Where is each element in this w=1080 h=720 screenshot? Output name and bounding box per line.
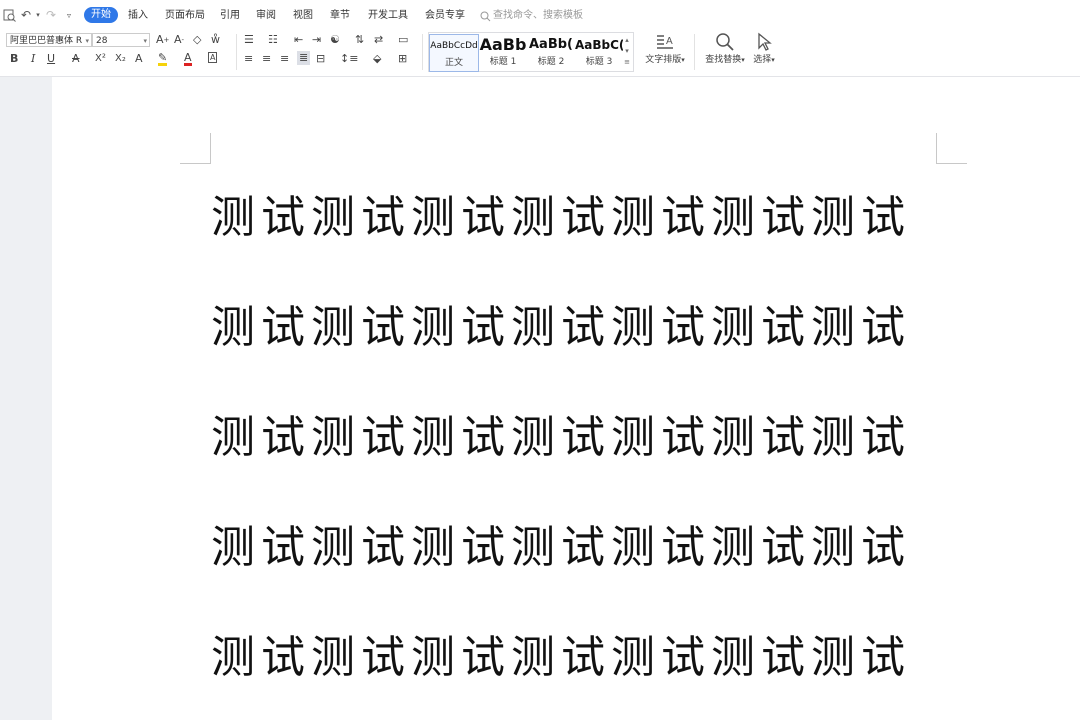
subscript-button[interactable]: X₂	[115, 52, 126, 66]
style-scroll[interactable]: ▴ ▾ ≡	[623, 35, 631, 68]
borders-icon[interactable]: ⊞	[398, 52, 407, 66]
tab-references[interactable]: 引用	[220, 8, 240, 24]
bold-button[interactable]: B	[10, 52, 18, 66]
document-line[interactable]: 测试测试测试测试测试测试测试	[211, 302, 971, 354]
align-right-icon[interactable]: ≡	[280, 52, 289, 66]
margin-corner-top-right	[936, 133, 967, 164]
phonetic-guide-icon[interactable]: ẘ	[211, 33, 220, 47]
select-button[interactable]: 选择▾	[744, 32, 784, 72]
select-label: 选择	[753, 55, 772, 65]
font-family-value: 阿里巴巴普惠体 R	[10, 36, 83, 46]
strikethrough-button[interactable]: A	[72, 52, 80, 66]
undo-icon[interactable]: ↶	[18, 6, 34, 24]
find-replace-label: 查找替换	[705, 55, 742, 65]
search-icon	[480, 11, 491, 21]
style-label: 标题 2	[537, 57, 565, 67]
increase-indent-icon[interactable]: ⇥	[312, 33, 321, 47]
tab-developer[interactable]: 开发工具	[368, 8, 408, 24]
font-family-select[interactable]: 阿里巴巴普惠体 R ▾	[6, 33, 92, 47]
chevron-down-icon: ▾	[681, 56, 685, 64]
distributed-align-icon[interactable]: ⊟	[316, 52, 325, 66]
grow-font-icon[interactable]: A +	[156, 33, 169, 47]
chevron-up-icon[interactable]: ▴	[625, 36, 629, 44]
tab-member[interactable]: 会员专享	[425, 8, 465, 24]
style-heading-3[interactable]: AaBbC( 标题 3	[575, 34, 623, 70]
style-label: 正文	[444, 58, 463, 68]
decrease-indent-icon[interactable]: ⇤	[294, 33, 303, 47]
justify-icon[interactable]: ≣	[297, 51, 311, 65]
shading-icon[interactable]: ⬙	[373, 52, 381, 66]
style-sample: AaBbC(	[575, 38, 623, 52]
highlight-icon[interactable]: ✎	[158, 52, 168, 66]
style-sample: AaBb	[479, 35, 527, 54]
tab-home[interactable]: 开始	[84, 7, 118, 23]
superscript-button[interactable]: X²	[95, 52, 106, 66]
command-search[interactable]: 查找命令、搜索模板	[480, 8, 583, 24]
clear-format-icon[interactable]: ◇	[193, 33, 201, 47]
font-size-value: 28	[96, 36, 108, 46]
document-line[interactable]: 测试测试测试测试测试测试测试	[211, 412, 971, 464]
chevron-down-icon: ▾	[85, 37, 89, 45]
text-effect-icon[interactable]: A	[135, 52, 143, 66]
divider	[694, 34, 695, 70]
ruler-icon[interactable]: ▭	[398, 33, 408, 47]
italic-button[interactable]: I	[31, 52, 35, 66]
font-color-icon[interactable]: A	[184, 52, 192, 66]
chinese-layout-icon[interactable]: ☯	[330, 33, 340, 47]
find-replace-button[interactable]: 查找替换▾	[700, 32, 750, 72]
divider	[236, 34, 237, 70]
style-normal[interactable]: AaBbCcDd 正文	[429, 34, 479, 72]
tab-review[interactable]: 审阅	[256, 8, 276, 24]
underline-button[interactable]: U	[47, 52, 55, 66]
line-spacing-icon[interactable]: ↕≡	[340, 52, 358, 66]
style-gallery: AaBbCcDd 正文 AaBb 标题 1 AaBb( 标题 2 AaBbC( …	[428, 32, 634, 72]
svg-text:A: A	[666, 36, 673, 47]
shrink-font-icon[interactable]: A-	[174, 33, 184, 47]
search-placeholder: 查找命令、搜索模板	[493, 10, 583, 21]
bullet-list-icon[interactable]: ☰	[244, 33, 254, 47]
magnifier-icon	[700, 32, 750, 54]
style-sample: AaBb(	[529, 37, 573, 52]
ribbon-toolbar: 阿里巴巴普惠体 R ▾ 28 ▾ A + A- ◇ ẘ B I U A X² X₂ A…	[0, 30, 1080, 77]
document-line[interactable]: 测试测试测试测试测试测试测试	[211, 192, 971, 244]
style-label: 标题 3	[585, 57, 613, 67]
style-heading-1[interactable]: AaBb 标题 1	[479, 34, 527, 70]
print-preview-icon[interactable]	[2, 6, 16, 24]
document-page[interactable]	[52, 77, 1080, 720]
text-layout-button[interactable]: A 文字排版▾	[640, 32, 690, 72]
align-center-icon[interactable]: ≡	[262, 52, 271, 66]
tab-insert[interactable]: 插入	[128, 8, 148, 24]
tab-view[interactable]: 视图	[293, 8, 313, 24]
chevron-down-icon: ▾	[771, 56, 775, 64]
tab-chapter[interactable]: 章节	[330, 8, 350, 24]
expand-icon[interactable]: ≡	[624, 58, 630, 66]
divider	[422, 34, 423, 70]
style-heading-2[interactable]: AaBb( 标题 2	[527, 34, 575, 70]
redo-icon[interactable]: ↷	[44, 6, 58, 24]
style-sample: AaBbCcDd	[430, 41, 478, 51]
document-line[interactable]: 测试测试测试测试测试测试测试	[211, 632, 971, 684]
character-border-icon[interactable]: A	[208, 52, 218, 63]
numbered-list-icon[interactable]: ☷	[268, 33, 278, 47]
align-left-icon[interactable]: ≡	[244, 52, 253, 66]
menu-bar: ↶ ▾ ↷ ▿ 开始 插入 页面布局 引用 审阅 视图 章节 开发工具 会员专享…	[0, 0, 1080, 30]
style-label: 标题 1	[489, 57, 517, 67]
document-line[interactable]: 测试测试测试测试测试测试测试	[211, 522, 971, 574]
chevron-down-icon[interactable]: ▾	[625, 47, 629, 55]
margin-corner-top-left	[180, 133, 211, 164]
sort-icon[interactable]: ⇅	[355, 33, 364, 47]
tab-page-layout[interactable]: 页面布局	[165, 8, 205, 24]
cursor-icon	[744, 32, 784, 54]
chevron-down-icon: ▾	[143, 37, 147, 45]
customize-quick-access-icon[interactable]: ▿	[63, 6, 75, 24]
font-size-select[interactable]: 28 ▾	[92, 33, 150, 47]
text-layout-icon: A	[640, 32, 690, 54]
text-layout-label: 文字排版	[645, 55, 682, 65]
text-direction-icon[interactable]: ⇄	[374, 33, 383, 47]
undo-dropdown-icon[interactable]: ▾	[34, 6, 42, 24]
